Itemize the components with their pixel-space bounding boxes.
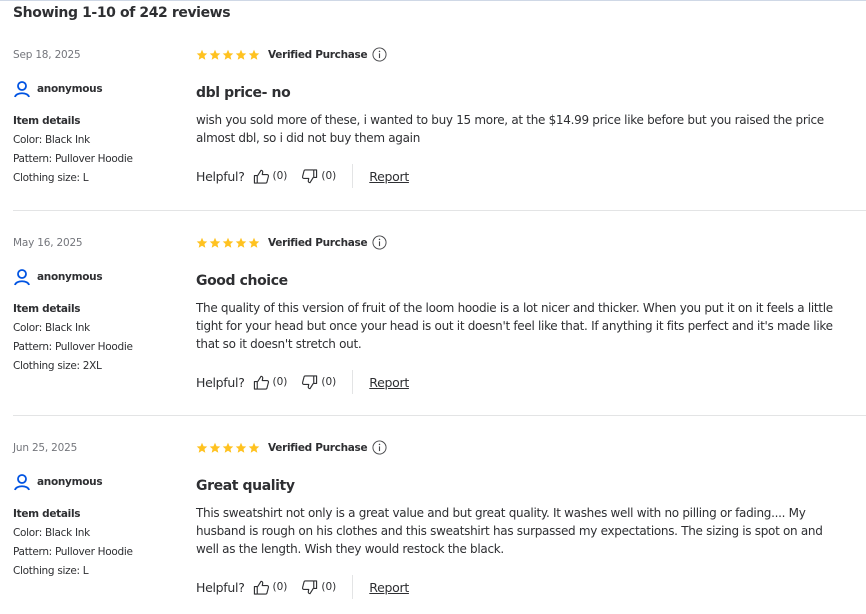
report-link[interactable]: Report <box>369 169 409 184</box>
star-rating <box>196 237 261 249</box>
star-icon <box>222 442 234 453</box>
review-text: wish you sold more of these, i wanted to… <box>196 113 824 145</box>
info-icon[interactable] <box>372 440 387 455</box>
reviews-count-heading: Showing 1-10 of 242 reviews <box>13 5 231 21</box>
helpful-count: (0) <box>272 581 288 593</box>
thumbs-up-icon[interactable] <box>253 374 270 391</box>
reviewer-name: anonymous <box>37 83 103 95</box>
star-icon <box>209 442 221 453</box>
star-icon <box>196 442 208 453</box>
star-icon <box>209 49 221 60</box>
star-icon <box>248 237 260 248</box>
review-date: Sep 18, 2025 <box>13 49 81 61</box>
review-divider <box>13 415 866 416</box>
reviewer-name: anonymous <box>37 476 103 488</box>
helpful-row: Helpful? (0) (0) Report <box>196 575 409 599</box>
review-text: The quality of this version of fruit of … <box>196 301 833 351</box>
review-date: Jun 25, 2025 <box>13 442 78 454</box>
helpful-count: (0) <box>272 170 288 182</box>
star-icon <box>248 49 260 60</box>
review-date: May 16, 2025 <box>13 237 83 249</box>
user-icon <box>14 474 30 491</box>
detail-color: Color: Black Ink <box>13 527 90 539</box>
separator <box>352 164 354 188</box>
item-details: Item details Color: Black Ink Pattern: P… <box>13 505 133 581</box>
helpful-label: Helpful? <box>196 168 245 184</box>
thumbs-up-icon[interactable] <box>253 579 270 596</box>
thumbs-down-icon[interactable] <box>301 579 318 596</box>
detail-size: Clothing size: L <box>13 172 89 184</box>
rating-row: Verified Purchase <box>196 235 387 250</box>
star-rating <box>196 49 261 61</box>
info-icon[interactable] <box>372 47 387 62</box>
thumbs-down-icon[interactable] <box>301 374 318 391</box>
rating-row: Verified Purchase <box>196 47 387 62</box>
review-divider <box>13 210 866 211</box>
separator <box>352 575 354 599</box>
star-icon <box>209 237 221 248</box>
verified-purchase-label: Verified Purchase <box>268 236 368 249</box>
thumbs-up-icon[interactable] <box>253 168 270 185</box>
detail-color: Color: Black Ink <box>13 322 90 334</box>
user-icon <box>14 81 30 98</box>
helpful-count: (0) <box>272 376 288 388</box>
star-icon <box>235 237 247 248</box>
top-border <box>0 0 866 1</box>
star-icon <box>222 49 234 60</box>
report-link[interactable]: Report <box>369 375 409 390</box>
review-title: Good choice <box>196 273 288 289</box>
item-details-heading: Item details <box>13 508 81 520</box>
review-text: This sweatshirt not only is a great valu… <box>196 506 823 556</box>
star-icon <box>248 442 260 453</box>
unhelpful-count: (0) <box>321 170 337 182</box>
thumbs-down-icon[interactable] <box>301 168 318 185</box>
helpful-row: Helpful? (0) (0) Report <box>196 370 409 394</box>
detail-pattern: Pattern: Pullover Hoodie <box>13 341 133 353</box>
detail-size: Clothing size: 2XL <box>13 360 102 372</box>
reviewer: anonymous <box>13 80 103 98</box>
reviewer: anonymous <box>13 473 103 491</box>
unhelpful-count: (0) <box>321 581 337 593</box>
rating-row: Verified Purchase <box>196 440 387 455</box>
user-icon <box>14 269 30 286</box>
detail-pattern: Pattern: Pullover Hoodie <box>13 546 133 558</box>
detail-size: Clothing size: L <box>13 565 89 577</box>
review-title: Great quality <box>196 478 295 494</box>
star-icon <box>235 49 247 60</box>
separator <box>352 370 354 394</box>
verified-purchase-label: Verified Purchase <box>268 48 368 61</box>
helpful-label: Helpful? <box>196 374 245 390</box>
star-icon <box>235 442 247 453</box>
item-details: Item details Color: Black Ink Pattern: P… <box>13 112 133 188</box>
report-link[interactable]: Report <box>369 580 409 595</box>
reviewer: anonymous <box>13 268 103 286</box>
helpful-row: Helpful? (0) (0) Report <box>196 164 409 188</box>
star-icon <box>222 237 234 248</box>
star-icon <box>196 237 208 248</box>
detail-pattern: Pattern: Pullover Hoodie <box>13 153 133 165</box>
item-details-heading: Item details <box>13 303 81 315</box>
star-icon <box>196 49 208 60</box>
info-icon[interactable] <box>372 235 387 250</box>
review-title: dbl price- no <box>196 85 291 101</box>
helpful-label: Helpful? <box>196 579 245 595</box>
item-details-heading: Item details <box>13 115 81 127</box>
item-details: Item details Color: Black Ink Pattern: P… <box>13 300 133 376</box>
unhelpful-count: (0) <box>321 376 337 388</box>
star-rating <box>196 442 261 454</box>
reviewer-name: anonymous <box>37 271 103 283</box>
verified-purchase-label: Verified Purchase <box>268 441 368 454</box>
detail-color: Color: Black Ink <box>13 134 90 146</box>
